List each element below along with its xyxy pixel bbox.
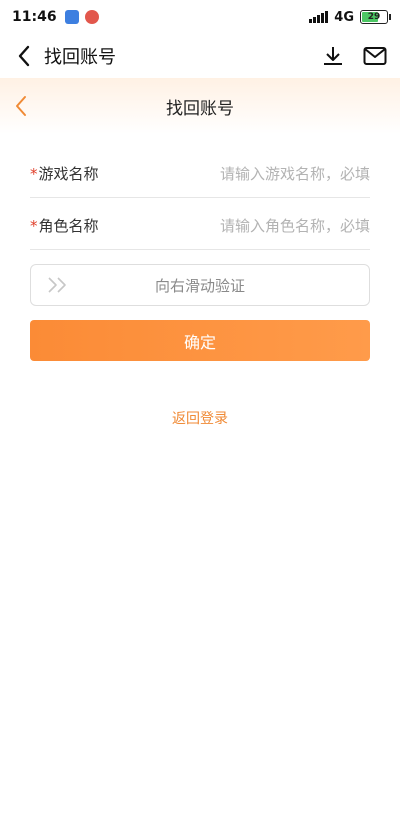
notification-app-icon — [64, 10, 79, 24]
top-nav: 找回账号 — [0, 34, 400, 78]
status-right: 4G 29 — [309, 9, 391, 25]
page-header: 找回账号 — [0, 78, 400, 134]
slider-handle[interactable] — [39, 265, 79, 305]
nav-title: 找回账号 — [44, 47, 116, 68]
role-name-label-text: 角色名称 — [38, 217, 99, 235]
required-mark: * — [30, 165, 38, 183]
status-bar: 11:46 4G 29 — [0, 0, 400, 34]
download-icon — [324, 47, 342, 65]
mail-icon — [363, 47, 387, 65]
role-name-label: *角色名称 — [30, 215, 140, 236]
chevron-left-icon — [18, 45, 30, 67]
nav-actions — [320, 43, 388, 69]
network-type: 4G — [334, 9, 354, 25]
signal-icon — [309, 11, 329, 23]
required-mark: * — [30, 217, 38, 235]
slider-text: 向右滑动验证 — [154, 276, 245, 295]
chevron-left-icon — [16, 96, 26, 116]
notification-app-icon-2 — [84, 10, 99, 24]
download-button[interactable] — [320, 43, 346, 69]
battery-icon: 29 — [360, 10, 391, 24]
role-name-field: *角色名称 — [30, 202, 370, 250]
game-name-field: *游戏名称 — [30, 150, 370, 198]
double-chevron-right-icon — [48, 277, 66, 293]
recover-account-form: *游戏名称 *角色名称 — [30, 150, 370, 254]
game-name-label: *游戏名称 — [30, 163, 140, 184]
role-name-input[interactable] — [140, 216, 370, 235]
game-name-input[interactable] — [140, 164, 370, 183]
back-to-login-link[interactable]: 返回登录 — [0, 408, 400, 428]
slide-verification[interactable]: 向右滑动验证 — [30, 264, 370, 306]
page-title: 找回账号 — [166, 98, 234, 119]
back-button[interactable] — [12, 44, 36, 68]
status-time: 11:46 — [12, 9, 57, 25]
mail-button[interactable] — [362, 43, 388, 69]
confirm-button[interactable]: 确定 — [30, 320, 370, 361]
header-back-button[interactable] — [14, 94, 34, 118]
game-name-label-text: 游戏名称 — [38, 165, 99, 183]
battery-level: 29 — [367, 12, 381, 22]
